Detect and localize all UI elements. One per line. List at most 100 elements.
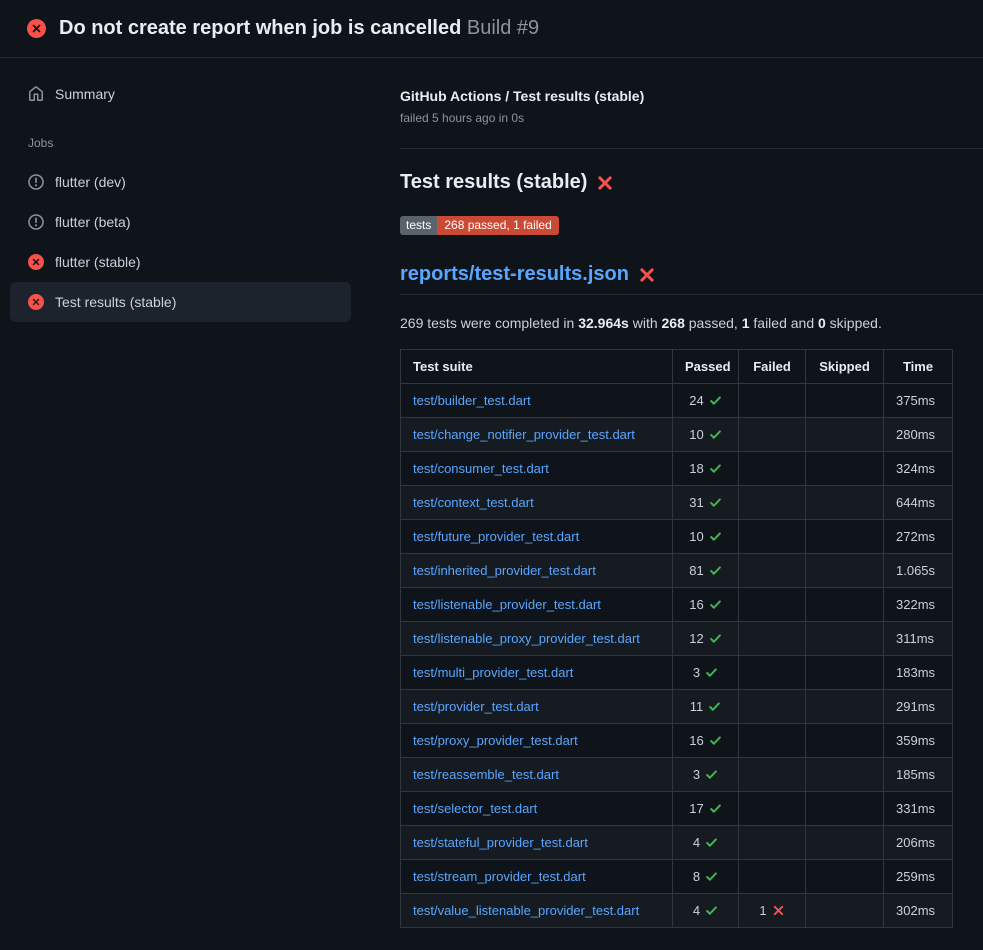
failed-cell: [739, 384, 806, 418]
passed-cell: 16: [673, 588, 739, 622]
check-icon: [705, 870, 718, 883]
check-icon: [709, 734, 722, 747]
sidebar-item-label: flutter (dev): [55, 174, 126, 190]
count-value: 4: [693, 835, 700, 850]
sidebar: Summary Jobs flutter (dev) flutter (beta…: [0, 58, 400, 928]
build-number: Build #9: [467, 17, 539, 39]
check-icon: [709, 632, 722, 645]
passed-cell: 81: [673, 554, 739, 588]
sidebar-item-flutter-stable[interactable]: flutter (stable): [10, 242, 351, 282]
test-suite-link[interactable]: test/stateful_provider_test.dart: [413, 835, 588, 850]
sidebar-item-test-results-stable[interactable]: Test results (stable): [10, 282, 351, 322]
table-row: test/listenable_provider_test.dart16322m…: [401, 588, 953, 622]
count-value: 31: [689, 495, 703, 510]
test-suite-link[interactable]: test/change_notifier_provider_test.dart: [413, 427, 635, 442]
time-cell: 644ms: [884, 486, 953, 520]
check-icon: [709, 394, 722, 407]
test-suite-link[interactable]: test/builder_test.dart: [413, 393, 531, 408]
jobs-list: flutter (dev) flutter (beta) flutter (st…: [10, 162, 351, 322]
summary-text: skipped.: [826, 315, 882, 331]
time-cell: 183ms: [884, 656, 953, 690]
passed-cell: 4: [673, 826, 739, 860]
test-suite-link[interactable]: test/selector_test.dart: [413, 801, 537, 816]
passed-cell: 11: [673, 690, 739, 724]
time-cell: 311ms: [884, 622, 953, 656]
cancelled-icon: [28, 214, 44, 230]
x-icon: [772, 904, 785, 917]
count-value: 3: [693, 767, 700, 782]
failed-cell: [739, 860, 806, 894]
passed-cell: 12: [673, 622, 739, 656]
run-header: Do not create report when job is cancell…: [0, 0, 983, 58]
table-row: test/reassemble_test.dart 3 185ms: [401, 758, 953, 792]
failed-cell: [739, 554, 806, 588]
passed-cell: 10: [673, 520, 739, 554]
passed-cell: 10: [673, 418, 739, 452]
test-suite-link[interactable]: test/reassemble_test.dart: [413, 767, 559, 782]
time-cell: 272ms: [884, 520, 953, 554]
skipped-cell: [806, 384, 884, 418]
sidebar-item-summary[interactable]: Summary: [10, 74, 351, 114]
failed-cell: [739, 486, 806, 520]
table-row: test/context_test.dart 31 644ms: [401, 486, 953, 520]
test-suite-link[interactable]: test/proxy_provider_test.dart: [413, 733, 578, 748]
test-suite-link[interactable]: test/provider_test.dart: [413, 699, 539, 714]
sidebar-item-label: flutter (stable): [55, 254, 141, 270]
test-suite-cell: test/reassemble_test.dart: [401, 758, 673, 792]
column-header-failed: Failed: [739, 350, 806, 384]
test-suite-link[interactable]: test/multi_provider_test.dart: [413, 665, 573, 680]
failed-cell: [739, 826, 806, 860]
badge-value: 268 passed, 1 failed: [437, 216, 558, 235]
table-row: test/builder_test.dart 24 375ms: [401, 384, 953, 418]
table-row: test/consumer_test.dart18324ms: [401, 452, 953, 486]
summary-passed-count: 268: [662, 315, 685, 331]
table-row: test/proxy_provider_test.dart16359ms: [401, 724, 953, 758]
run-failed-icon: [27, 19, 46, 38]
skipped-cell: [806, 860, 884, 894]
sidebar-item-flutter-dev[interactable]: flutter (dev): [10, 162, 351, 202]
failed-cell: [739, 588, 806, 622]
test-suite-link[interactable]: test/future_provider_test.dart: [413, 529, 579, 544]
skipped-cell: [806, 724, 884, 758]
summary-text: with: [629, 315, 662, 331]
failed-cell: [739, 792, 806, 826]
skipped-cell: [806, 792, 884, 826]
summary-text: passed,: [685, 315, 742, 331]
time-cell: 375ms: [884, 384, 953, 418]
time-cell: 259ms: [884, 860, 953, 894]
table-row: test/multi_provider_test.dart3183ms: [401, 656, 953, 690]
failed-cell: [739, 622, 806, 656]
test-suite-cell: test/inherited_provider_test.dart: [401, 554, 673, 588]
check-icon: [705, 904, 718, 917]
count-value: 24: [689, 393, 703, 408]
main-content: GitHub Actions / Test results (stable) f…: [400, 58, 983, 928]
passed-cell: 8: [673, 860, 739, 894]
check-icon: [709, 496, 722, 509]
test-suite-link[interactable]: test/listenable_provider_test.dart: [413, 597, 601, 612]
page: { "colors": { "background": "#0f141b", "…: [0, 0, 983, 950]
count-value: 12: [689, 631, 703, 646]
cancelled-icon: [28, 174, 44, 190]
test-suite-link[interactable]: test/consumer_test.dart: [413, 461, 549, 476]
time-cell: 331ms: [884, 792, 953, 826]
table-row: test/provider_test.dart 11 291ms: [401, 690, 953, 724]
failed-cell: 1: [739, 894, 806, 928]
x-circle-fill-icon: [28, 254, 44, 270]
failed-x-icon: [638, 266, 656, 284]
sidebar-item-flutter-beta[interactable]: flutter (beta): [10, 202, 351, 242]
test-suite-link[interactable]: test/context_test.dart: [413, 495, 534, 510]
test-suite-link[interactable]: test/value_listenable_provider_test.dart: [413, 903, 639, 918]
run-title: Do not create report when job is cancell…: [59, 17, 539, 40]
time-cell: 324ms: [884, 452, 953, 486]
test-suite-link[interactable]: test/listenable_proxy_provider_test.dart: [413, 631, 640, 646]
test-suite-link[interactable]: test/inherited_provider_test.dart: [413, 563, 596, 578]
tests-badge: tests 268 passed, 1 failed: [400, 216, 559, 235]
test-suite-link[interactable]: test/stream_provider_test.dart: [413, 869, 586, 884]
count-value: 17: [689, 801, 703, 816]
time-cell: 185ms: [884, 758, 953, 792]
report-link[interactable]: reports/test-results.json: [400, 263, 629, 286]
time-cell: 291ms: [884, 690, 953, 724]
failed-x-icon: [596, 174, 614, 192]
check-icon: [709, 598, 722, 611]
count-value: 10: [689, 427, 703, 442]
